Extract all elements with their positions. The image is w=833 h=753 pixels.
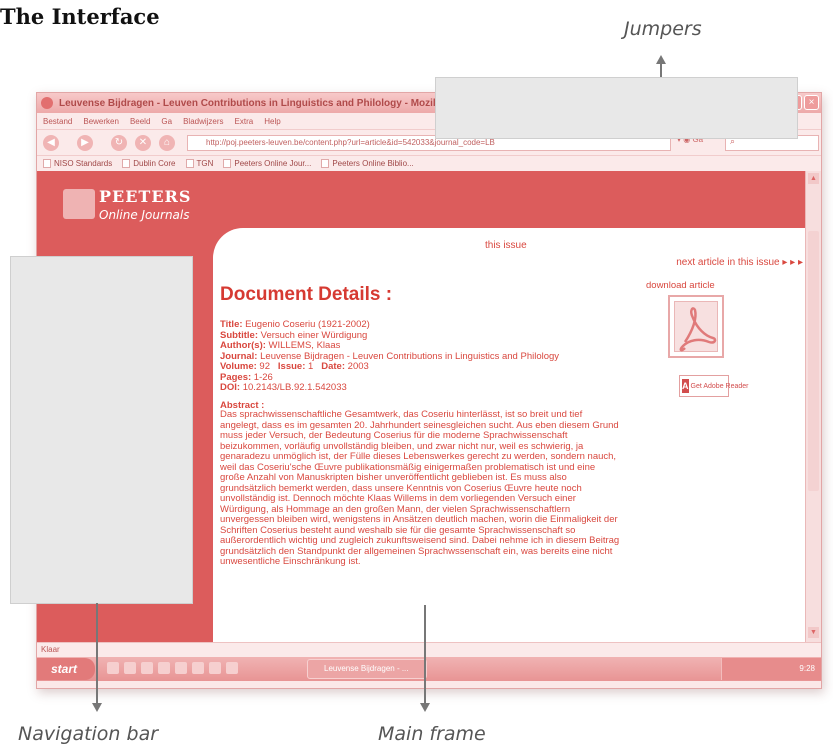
bookmark-label: Dublin Core — [133, 158, 176, 168]
status-bar: Klaar — [37, 642, 821, 657]
bookmark-peeters-journals[interactable]: Peeters Online Jour... — [223, 158, 312, 169]
this-issue-link[interactable]: this issue — [485, 240, 527, 251]
logo-subtitle: Online Journals — [99, 208, 190, 222]
main-frame: this issue next article in this issue ▸ … — [213, 228, 807, 642]
page-icon — [122, 159, 131, 169]
peeters-emblem-icon — [63, 189, 95, 219]
next-article-link[interactable]: next article in this issue ▸ ▸ ▸ — [676, 257, 803, 268]
close-button[interactable]: × — [804, 95, 819, 110]
issue-link[interactable]: 1 — [308, 361, 313, 372]
navbar-arrow-head — [92, 703, 102, 712]
abstract-text: Das sprachwissenschaftliche Gesamtwerk, … — [220, 409, 620, 567]
jumpers-highlight — [435, 77, 798, 139]
reload-icon[interactable]: ↻ — [111, 135, 127, 151]
quick-launch — [107, 662, 238, 674]
bookmark-dublin-core[interactable]: Dublin Core — [122, 158, 176, 169]
stop-icon[interactable]: ✕ — [135, 135, 151, 151]
scroll-down-icon[interactable]: ▼ — [808, 627, 819, 638]
volume-link[interactable]: 92 — [259, 361, 270, 372]
firefox-icon — [41, 97, 53, 109]
page-icon — [43, 159, 51, 169]
adobe-logo-icon: A — [682, 379, 689, 393]
quick-launch-icon[interactable] — [158, 662, 170, 674]
detail-doi: DOI: 10.2143/LB.92.1.542033 — [220, 382, 347, 393]
menu-item-beeld[interactable]: Beeld — [130, 117, 150, 126]
download-article-link[interactable]: download article — [646, 280, 715, 291]
bookmark-niso[interactable]: NISO Standards — [43, 158, 113, 169]
callout-jumpers: Jumpers — [624, 18, 702, 40]
acrobat-glyph-icon — [679, 307, 717, 352]
taskbar-firefox-item[interactable]: Leuvense Bijdragen - ... — [307, 659, 427, 679]
navigation-bar-highlight — [10, 256, 193, 604]
quick-launch-icon[interactable] — [107, 662, 119, 674]
main-frame-arrow-line — [424, 605, 426, 703]
get-adobe-reader-badge[interactable]: A Get Adobe Reader — [679, 375, 749, 397]
home-icon[interactable]: ⌂ — [159, 135, 175, 151]
window-title: Leuvense Bijdragen - Leuven Contribution… — [59, 97, 481, 109]
pdf-download-icon[interactable] — [668, 295, 724, 358]
scrollbar-thumb[interactable] — [808, 231, 819, 491]
adobe-badge-label: Get Adobe Reader — [690, 382, 749, 390]
navbar-arrow-line — [96, 603, 98, 703]
logo-name: PEETERS — [99, 187, 192, 206]
forward-icon[interactable]: ▶ — [77, 135, 93, 151]
menu-item-help[interactable]: Help — [264, 117, 280, 126]
bookmarks-toolbar: NISO Standards Dublin Core TGN Peeters O… — [37, 155, 821, 171]
system-tray: 9:28 — [721, 658, 821, 680]
windows-taskbar: start Leuvense Bijdragen - ... 9:28 — [37, 657, 821, 681]
bookmark-tgn[interactable]: TGN — [185, 158, 214, 169]
start-button[interactable]: start — [37, 658, 95, 680]
menu-item-extra[interactable]: Extra — [235, 117, 254, 126]
page-title: Document Details : — [220, 284, 393, 305]
page-icon — [223, 159, 232, 169]
author-link[interactable]: WILLEMS, Klaas — [269, 340, 341, 351]
journal-link[interactable]: Leuvense Bijdragen - Leuven Contribution… — [260, 351, 559, 362]
bookmark-label: TGN — [196, 158, 214, 168]
quick-launch-icon[interactable] — [141, 662, 153, 674]
scroll-up-icon[interactable]: ▲ — [808, 173, 819, 184]
bookmark-peeters-biblio[interactable]: Peeters Online Biblio... — [321, 158, 414, 169]
callout-main-frame: Main frame — [378, 723, 486, 745]
quick-launch-icon[interactable] — [175, 662, 187, 674]
menu-item-bewerken[interactable]: Bewerken — [83, 117, 119, 126]
quick-launch-icon[interactable] — [209, 662, 221, 674]
menu-item-bestand[interactable]: Bestand — [43, 117, 72, 126]
acrobat-icon — [674, 301, 718, 352]
quick-launch-icon[interactable] — [226, 662, 238, 674]
quick-launch-icon[interactable] — [192, 662, 204, 674]
tray-clock: 9:28 — [799, 664, 815, 673]
quick-launch-icon[interactable] — [124, 662, 136, 674]
callout-navigation-bar: Navigation bar — [18, 723, 159, 745]
figure-title: The Interface — [0, 4, 160, 29]
menu-item-bladwijzers[interactable]: Bladwijzers — [183, 117, 223, 126]
bookmark-label: Peeters Online Jour... — [234, 158, 312, 168]
bookmark-label: Peeters Online Biblio... — [332, 158, 414, 168]
tgn-icon — [185, 159, 194, 169]
menu-item-ga[interactable]: Ga — [161, 117, 172, 126]
page-icon — [321, 159, 330, 169]
main-frame-arrow-head — [420, 703, 430, 712]
bookmark-label: NISO Standards — [54, 158, 113, 168]
vertical-scrollbar[interactable]: ▲ ▼ — [805, 171, 821, 642]
back-icon[interactable]: ◀ — [43, 135, 59, 151]
document-details: Title: Eugenio Coseriu (1921-2002) Subti… — [220, 319, 559, 394]
